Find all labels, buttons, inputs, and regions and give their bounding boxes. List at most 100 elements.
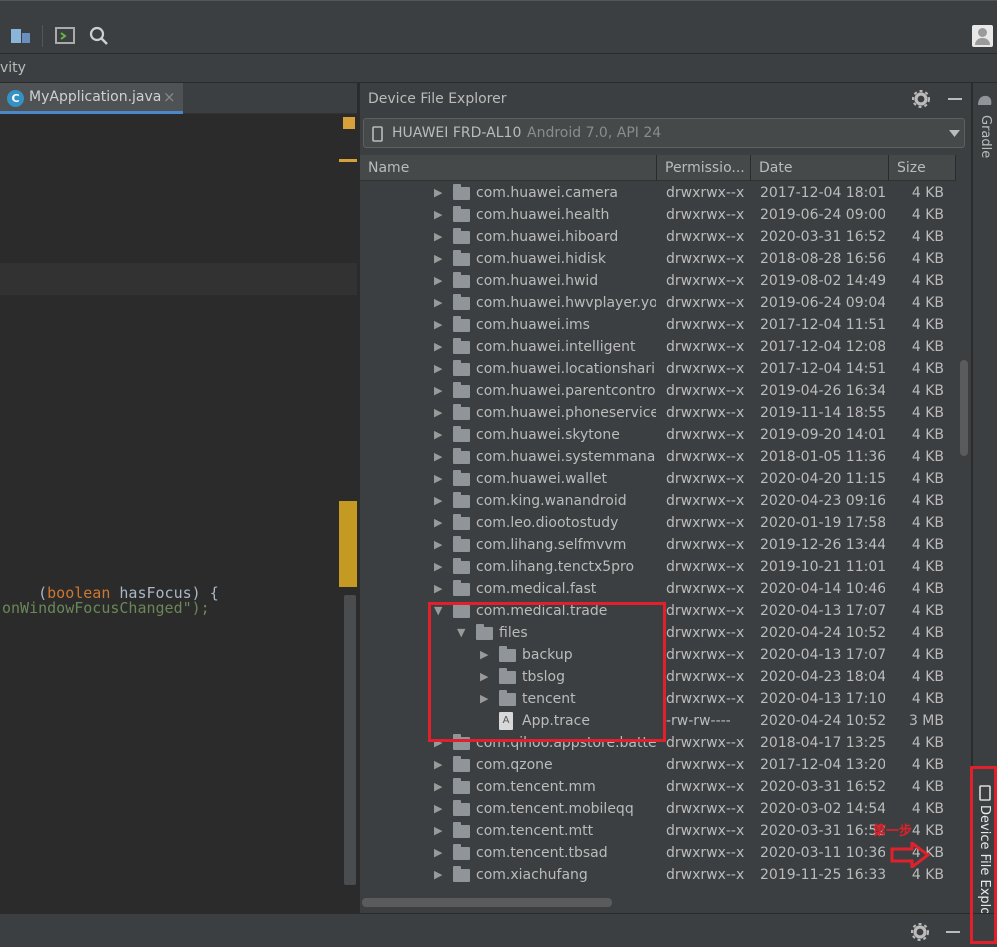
expand-arrow-icon[interactable]: ▶ <box>434 402 448 424</box>
horizontal-scrollbar[interactable] <box>360 895 956 909</box>
file-date: 2019-04-26 16:34 <box>760 383 885 399</box>
file-date: 2020-04-13 17:07 <box>760 603 885 619</box>
expand-arrow-icon[interactable]: ▶ <box>434 556 448 578</box>
file-date: 2020-01-19 17:58 <box>760 515 885 531</box>
expand-arrow-icon[interactable]: ▶ <box>434 578 448 600</box>
table-row[interactable]: ▶ com.lihang.tenctx5pro drwxrwx--x 2019-10-… <box>360 556 956 578</box>
file-name: com.lihang.tenctx5pro <box>476 559 635 575</box>
expand-arrow-icon[interactable]: ▶ <box>434 292 448 314</box>
expand-arrow-icon[interactable]: ▶ <box>434 270 448 292</box>
run-anything-icon[interactable] <box>55 27 75 45</box>
table-row[interactable]: ▶ com.huawei.parentcontrol drwxrwx--x 2019-… <box>360 380 956 402</box>
expand-arrow-icon[interactable]: ▶ <box>434 754 448 776</box>
table-row[interactable]: ▶ com.huawei.systemmanage drwxrwx--x 2018-0… <box>360 446 956 468</box>
vertical-scrollbar[interactable] <box>959 182 969 892</box>
file-name: com.huawei.ims <box>476 317 590 333</box>
table-row[interactable]: ▶ com.huawei.hwid drwxrwx--x 2019-08-02 14:… <box>360 270 956 292</box>
expand-arrow-icon[interactable]: ▶ <box>434 424 448 446</box>
file-size: 4 KB <box>911 229 944 245</box>
table-row[interactable]: ▶ com.huawei.camera drwxrwx--x 2017-12-04 1… <box>360 182 956 204</box>
table-row[interactable]: ▶ com.tencent.tbsad drwxrwx--x 2020-03-11 1… <box>360 842 956 864</box>
expand-arrow-icon[interactable]: ▶ <box>434 534 448 556</box>
file-size: 4 KB <box>911 405 944 421</box>
file-size: 4 KB <box>911 537 944 553</box>
table-row[interactable]: ▶ com.huawei.locationsharin drwxrwx--x 2017… <box>360 358 956 380</box>
expand-arrow-icon[interactable]: ▶ <box>434 446 448 468</box>
expand-arrow-icon[interactable]: ▶ <box>434 798 448 820</box>
table-header: Name Permissio... Date Size <box>360 155 956 181</box>
table-row[interactable]: ▶ com.huawei.ims drwxrwx--x 2017-12-04 11:5… <box>360 314 956 336</box>
column-header-permissions[interactable]: Permissio... <box>657 155 751 181</box>
table-row[interactable]: ▶ com.king.wanandroid drwxrwx--x 2020-04-23… <box>360 490 956 512</box>
expand-arrow-icon[interactable]: ▶ <box>434 314 448 336</box>
scroll-thumb[interactable] <box>362 898 612 907</box>
user-avatar-icon[interactable] <box>972 25 993 47</box>
expand-arrow-icon[interactable]: ▶ <box>434 248 448 270</box>
table-row[interactable]: ▶ com.huawei.skytone drwxrwx--x 2019-09-20 … <box>360 424 956 446</box>
expand-arrow-icon[interactable]: ▶ <box>434 336 448 358</box>
folder-icon <box>453 536 470 552</box>
search-icon[interactable] <box>89 26 109 46</box>
table-row[interactable]: ▶ com.tencent.mobileqq drwxrwx--x 2020-03-0… <box>360 798 956 820</box>
expand-arrow-icon[interactable]: ▶ <box>434 468 448 490</box>
table-row[interactable]: ▶ com.leo.diootostudy drwxrwx--x 2020-01-19… <box>360 512 956 534</box>
gradle-tool-button[interactable]: Gradle <box>978 115 993 158</box>
breadcrumb-item[interactable]: vity <box>0 60 26 76</box>
project-structure-icon[interactable] <box>10 27 32 45</box>
error-stripe-highlight[interactable] <box>339 501 357 587</box>
phone-icon <box>372 126 383 142</box>
expand-arrow-icon[interactable]: ▶ <box>434 864 448 882</box>
error-stripe-mark[interactable] <box>339 159 357 162</box>
table-row[interactable]: ▶ com.huawei.hwvplayer.you drwxrwx--x 2019-… <box>360 292 956 314</box>
chevron-down-icon[interactable] <box>949 130 960 138</box>
file-permissions: drwxrwx--x <box>666 515 745 531</box>
folder-icon <box>453 844 470 860</box>
file-date: 2017-12-04 18:01 <box>760 185 885 201</box>
expand-arrow-icon[interactable]: ▶ <box>434 820 448 842</box>
file-size: 4 KB <box>911 273 944 289</box>
expand-arrow-icon[interactable]: ▶ <box>434 358 448 380</box>
minimize-icon[interactable] <box>948 98 962 100</box>
expand-arrow-icon[interactable]: ▶ <box>434 490 448 512</box>
file-name: com.huawei.phoneservice <box>476 405 656 421</box>
editor-scrollbar[interactable] <box>344 595 356 885</box>
device-selector[interactable]: HUAWEI FRD-AL10 Android 7.0, API 24 <box>363 118 965 148</box>
folder-icon <box>453 778 470 794</box>
column-header-size[interactable]: Size <box>889 155 956 181</box>
column-header-date[interactable]: Date <box>751 155 889 181</box>
file-date: 2020-04-13 17:07 <box>760 647 885 663</box>
tab-myapplication-java[interactable]: C MyApplication.java × <box>0 83 183 114</box>
file-name: com.medical.fast <box>476 581 597 597</box>
scroll-thumb[interactable] <box>960 360 968 456</box>
table-row[interactable]: ▶ com.qzone drwxrwx--x 2017-12-04 13:20 4 KB <box>360 754 956 776</box>
minimize-icon[interactable] <box>946 931 960 933</box>
file-permissions: drwxrwx--x <box>666 845 745 861</box>
table-row[interactable]: ▶ com.huawei.intelligent drwxrwx--x 2017-12… <box>360 336 956 358</box>
expand-arrow-icon[interactable]: ▶ <box>434 204 448 226</box>
table-row[interactable]: ▶ com.tencent.mm drwxrwx--x 2020-03-31 16:5… <box>360 776 956 798</box>
expand-arrow-icon[interactable]: ▶ <box>434 776 448 798</box>
table-row[interactable]: ▶ com.huawei.hiboard drwxrwx--x 2020-03-31 … <box>360 226 956 248</box>
expand-arrow-icon[interactable]: ▶ <box>434 842 448 864</box>
table-row[interactable]: ▶ com.tencent.mtt drwxrwx--x 2020-03-31 16:… <box>360 820 956 842</box>
gear-icon[interactable] <box>911 923 929 941</box>
code-editor[interactable]: (boolean hasFocus) { onWindowFocusChange… <box>0 114 357 890</box>
file-date: 2018-04-17 13:25 <box>760 735 885 751</box>
file-permissions: drwxrwx--x <box>666 823 745 839</box>
close-tab-icon[interactable]: × <box>163 83 176 111</box>
expand-arrow-icon[interactable]: ▶ <box>434 380 448 402</box>
table-row[interactable]: ▶ com.xiachufang drwxrwx--x 2019-11-25 16:3… <box>360 864 956 882</box>
table-row[interactable]: ▶ com.medical.fast drwxrwx--x 2020-04-14 10… <box>360 578 956 600</box>
expand-arrow-icon[interactable]: ▶ <box>434 512 448 534</box>
table-row[interactable]: ▶ com.lihang.selfmvvm drwxrwx--x 2019-12-26… <box>360 534 956 556</box>
table-row[interactable]: ▶ com.huawei.hidisk drwxrwx--x 2018-08-28 1… <box>360 248 956 270</box>
expand-arrow-icon[interactable]: ▶ <box>434 182 448 204</box>
table-row[interactable]: ▶ com.huawei.health drwxrwx--x 2019-06-24 0… <box>360 204 956 226</box>
expand-arrow-icon[interactable]: ▶ <box>434 226 448 248</box>
analysis-status-icon[interactable] <box>343 117 355 129</box>
table-row[interactable]: ▶ com.huawei.phoneservice drwxrwx--x 2019-1… <box>360 402 956 424</box>
column-header-name[interactable]: Name <box>360 155 657 181</box>
gear-icon[interactable] <box>912 90 930 108</box>
file-name: com.huawei.intelligent <box>476 339 636 355</box>
table-row[interactable]: ▶ com.huawei.wallet drwxrwx--x 2020-04-20 1… <box>360 468 956 490</box>
